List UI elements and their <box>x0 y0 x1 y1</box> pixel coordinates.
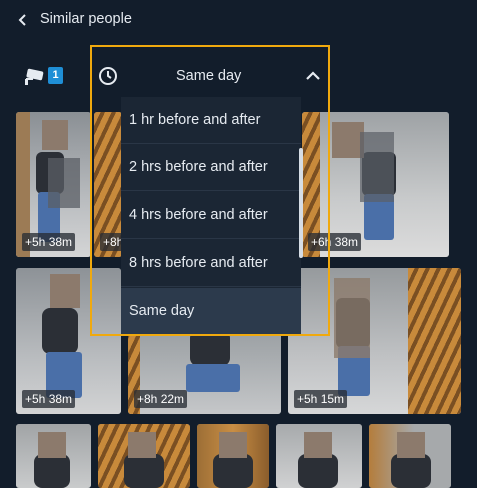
result-thumbnail[interactable] <box>369 424 451 488</box>
menu-item-8-hrs[interactable]: 8 hrs before and after <box>121 240 301 287</box>
time-range-menu: 1 hr before and after 2 hrs before and a… <box>121 97 301 335</box>
result-thumbnail[interactable] <box>98 424 190 488</box>
time-offset-badge: +8h 22m <box>134 390 188 408</box>
result-thumbnail[interactable]: +5h 38m <box>16 112 91 257</box>
time-offset-badge: +6h 38m <box>308 233 362 251</box>
chevron-left-icon[interactable] <box>16 12 30 28</box>
menu-scrollbar[interactable] <box>299 148 303 258</box>
time-offset-badge: +5h 15m <box>294 390 348 408</box>
time-offset-badge: +8h <box>100 233 122 251</box>
chevron-up-icon[interactable] <box>305 70 321 81</box>
result-thumbnail[interactable]: +6h 38m <box>302 112 449 257</box>
page-title: Similar people <box>40 11 132 27</box>
result-thumbnail[interactable]: +5h 38m <box>16 268 121 414</box>
menu-item-2-hrs[interactable]: 2 hrs before and after <box>121 144 301 191</box>
menu-item-same-day[interactable]: Same day <box>121 288 301 335</box>
camera-icon[interactable] <box>24 66 50 86</box>
result-thumbnail[interactable] <box>276 424 362 488</box>
time-range-selected: Same day <box>176 68 242 84</box>
menu-item-1-hr[interactable]: 1 hr before and after <box>121 97 301 144</box>
time-offset-badge: +5h 38m <box>22 390 76 408</box>
clock-icon <box>99 67 117 85</box>
result-thumbnail[interactable] <box>16 424 91 488</box>
result-thumbnail[interactable] <box>197 424 269 488</box>
time-offset-badge: +5h 38m <box>22 233 76 251</box>
menu-item-4-hrs[interactable]: 4 hrs before and after <box>121 192 301 239</box>
camera-count-badge: 1 <box>48 67 63 84</box>
result-thumbnail[interactable]: +8h <box>94 112 122 257</box>
result-thumbnail[interactable]: +5h 15m <box>288 268 461 414</box>
